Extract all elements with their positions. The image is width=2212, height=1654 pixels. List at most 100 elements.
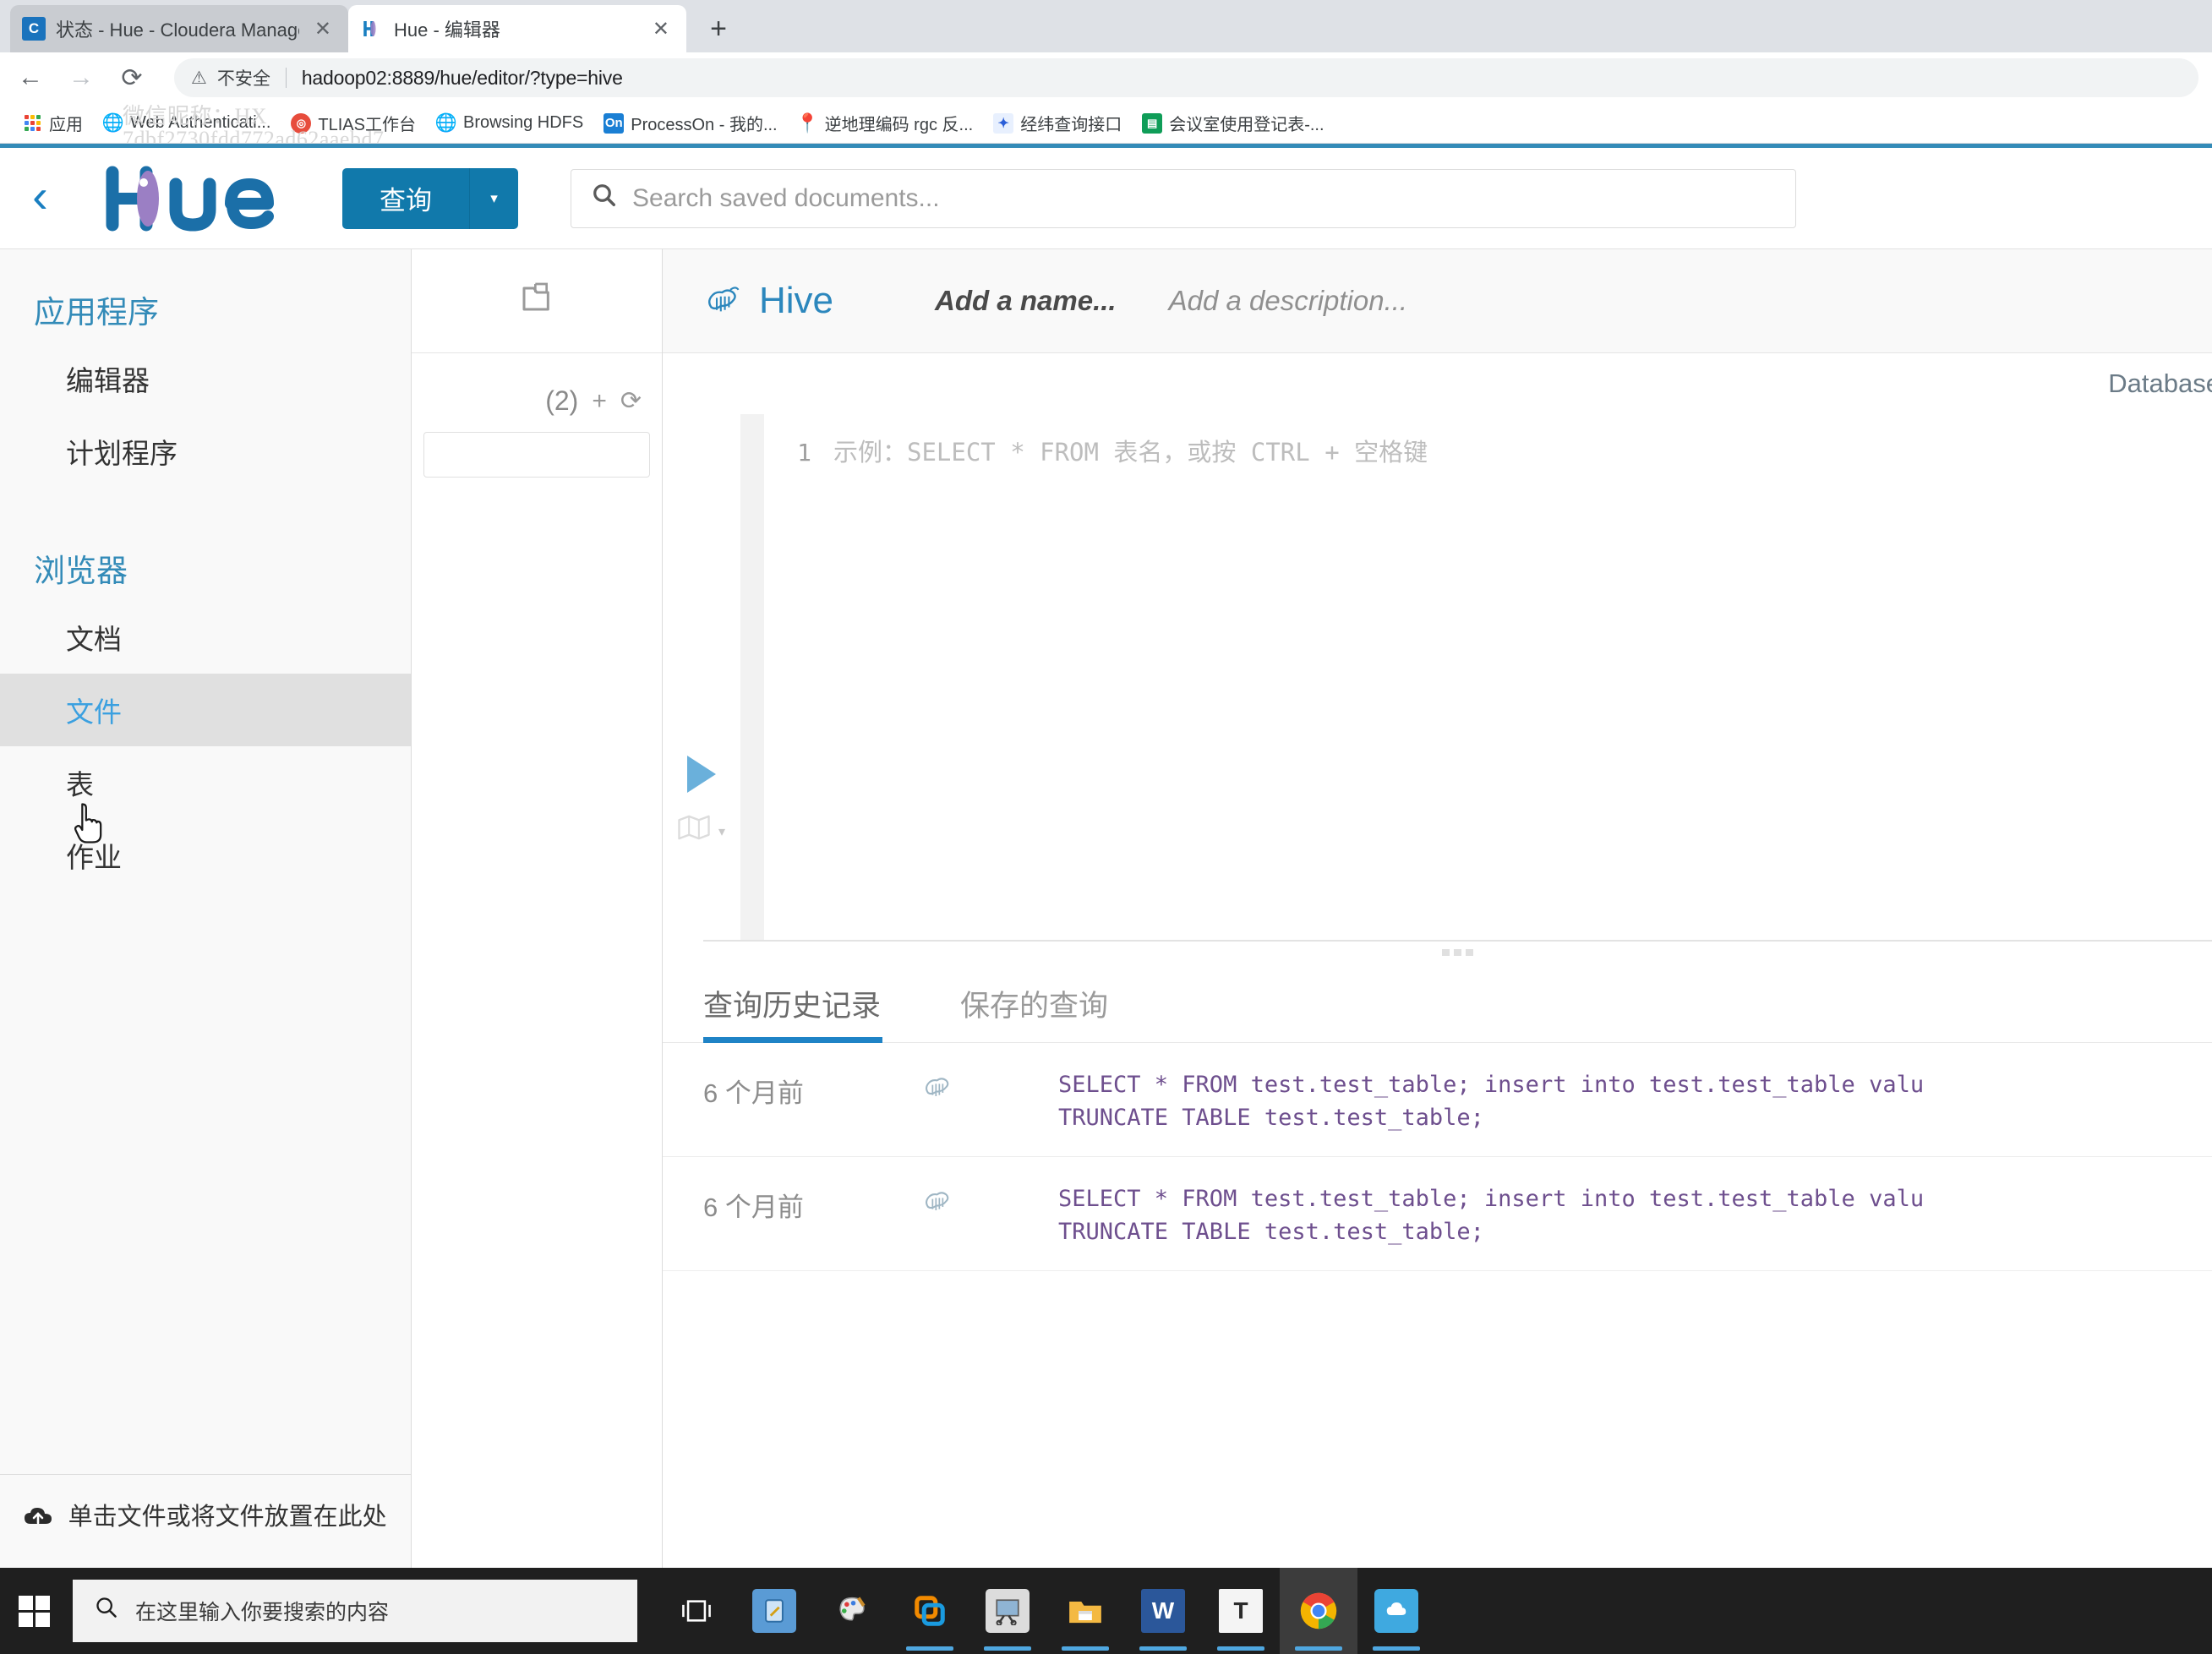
hive-bee-icon: [921, 1068, 1058, 1109]
taskbar-snipping-tool-icon[interactable]: [969, 1568, 1046, 1654]
new-tab-button[interactable]: +: [698, 8, 739, 49]
hue-logo[interactable]: [80, 166, 309, 232]
sidebar-scroll: 应用程序 编辑器 计划程序 浏览器 文档 文件 表 作业: [0, 249, 411, 1474]
globe-icon: 🌐: [434, 112, 458, 133]
sidebar-item-jobs[interactable]: 作业: [0, 819, 411, 892]
explain-map-control[interactable]: ▾: [678, 815, 725, 848]
warning-triangle-icon: ⚠: [191, 68, 207, 88]
taskbar-paint-icon[interactable]: [813, 1568, 891, 1654]
chevron-down-icon: ▾: [718, 824, 726, 839]
search-placeholder: Search saved documents...: [632, 183, 940, 212]
history-sql-line1: SELECT * FROM test.test_table; insert in…: [1058, 1071, 1925, 1098]
query-description-input[interactable]: Add a description...: [1169, 285, 1408, 317]
browser-tab-1[interactable]: Hue - 编辑器 ✕: [348, 5, 686, 52]
start-button[interactable]: [0, 1568, 68, 1654]
collapse-sidebar-icon[interactable]: ‹: [0, 168, 80, 228]
database-selector-row: Database: [663, 353, 2212, 414]
address-bar[interactable]: ⚠ 不安全 hadoop02:8889/hue/editor/?type=hiv…: [174, 58, 2198, 97]
taskbar-search-input[interactable]: 在这里输入你要搜索的内容: [73, 1580, 637, 1642]
close-icon[interactable]: ✕: [647, 17, 675, 41]
play-icon[interactable]: [687, 756, 716, 793]
query-button[interactable]: 查询: [342, 167, 469, 229]
saved-documents-search[interactable]: Search saved documents...: [571, 168, 1796, 228]
engine-badge[interactable]: Hive: [703, 280, 833, 323]
taskbar-remote-tool-icon[interactable]: [735, 1568, 813, 1654]
tab-query-history[interactable]: 查询历史记录: [703, 969, 909, 1043]
taskbar-word-icon[interactable]: W: [1124, 1568, 1202, 1654]
sidebar-item-files[interactable]: 文件: [0, 674, 411, 746]
history-sql-line1: SELECT * FROM test.test_table; insert in…: [1058, 1185, 1925, 1212]
sidebar-item-editor[interactable]: 编辑器: [0, 342, 411, 415]
refresh-icon[interactable]: ⟳: [620, 386, 642, 416]
bookmark-apps[interactable]: 应用: [14, 107, 91, 139]
bookmark-tlias[interactable]: ◎ TLIAS工作台: [282, 107, 424, 139]
sidebar-item-scheduler[interactable]: 计划程序: [0, 415, 411, 488]
upload-label: 单击文件或将文件放置在此处: [68, 1503, 387, 1531]
bookmark-label: ProcessOn - 我的...: [631, 116, 778, 134]
editor-column: Hive Add a name... Add a description... …: [663, 249, 2212, 1568]
editor-gutter-strip: [740, 414, 764, 940]
bookmark-label: 逆地理编码 rgc 反...: [824, 116, 974, 134]
history-time: 6 个月前: [703, 1192, 804, 1222]
security-status-label: 不安全: [216, 69, 270, 89]
bookmark-meeting-room[interactable]: ▤ 会议室使用登记表-...: [1133, 107, 1332, 139]
add-icon[interactable]: +: [592, 387, 607, 416]
taskbar-task-view-icon[interactable]: [658, 1568, 735, 1654]
bookmark-rgc[interactable]: 📍 逆地理编码 rgc 反...: [789, 107, 982, 139]
taskbar-cloud-app-icon[interactable]: [1357, 1568, 1435, 1654]
bookmark-processon[interactable]: On ProcessOn - 我的...: [595, 107, 785, 139]
sql-editor-area: ▾ 1 示例：SELECT * FROM 表名，或按 CTRL + 空格键: [663, 414, 2212, 940]
taskbar-typora-icon[interactable]: T: [1202, 1568, 1280, 1654]
hue-application: ‹ 查询 ▾ Search saved documents... 应用程序 编辑…: [0, 144, 2212, 1568]
browser-tab-title: Hue - 编辑器: [394, 19, 500, 41]
taskbar-chrome-icon[interactable]: [1280, 1568, 1357, 1654]
history-list: 6 个月前 SELECT * FROM test.test_table; ins…: [663, 1043, 2212, 1569]
hue-favicon-icon: [360, 17, 384, 41]
taskbar-vmware-icon[interactable]: [891, 1568, 969, 1654]
bookmark-web-auth[interactable]: 🌐 Web Authenticati...: [95, 110, 279, 137]
table-row[interactable]: 6 个月前 SELECT * FROM test.test_table; ins…: [663, 1043, 2212, 1157]
documents-icon[interactable]: [518, 280, 555, 322]
assist-toolbar: [412, 249, 662, 353]
running-indicator: [1373, 1646, 1420, 1651]
running-indicator: [1139, 1646, 1187, 1651]
running-indicator: [984, 1646, 1031, 1651]
assist-search-input[interactable]: [423, 432, 650, 478]
target-icon: ◎: [291, 112, 312, 134]
bookmark-label: Browsing HDFS: [462, 113, 584, 132]
database-label[interactable]: Database: [2108, 368, 2212, 399]
search-icon: [95, 1596, 118, 1626]
bookmark-label: 经纬查询接口: [1020, 116, 1122, 134]
browser-tab-strip: C 状态 - Hue - Cloudera Manage ✕ Hue - 编辑器…: [0, 0, 2212, 52]
bookmark-latlng-api[interactable]: ✦ 经纬查询接口: [985, 107, 1130, 139]
back-icon[interactable]: ←: [14, 61, 47, 95]
drag-handle[interactable]: [703, 942, 2212, 963]
line-number: 1: [797, 439, 811, 467]
reload-icon[interactable]: ⟳: [115, 61, 149, 95]
table-row[interactable]: 6 个月前 SELECT * FROM test.test_table; ins…: [663, 1157, 2212, 1272]
code-placeholder: 示例：SELECT * FROM 表名，或按 CTRL + 空格键: [833, 438, 1428, 467]
query-name-input[interactable]: Add a name...: [935, 285, 1117, 317]
code-editor[interactable]: 1 示例：SELECT * FROM 表名，或按 CTRL + 空格键: [764, 414, 2212, 940]
history-sql-line2: TRUNCATE TABLE test.test_table;: [1058, 1218, 1484, 1245]
bookmark-browsing-hdfs[interactable]: 🌐 Browsing HDFS: [428, 110, 592, 137]
chevron-down-icon[interactable]: ▾: [469, 167, 518, 229]
file-upload-dropzone[interactable]: 单击文件或将文件放置在此处: [0, 1473, 411, 1569]
close-icon[interactable]: ✕: [309, 17, 336, 41]
history-sql-line2: TRUNCATE TABLE test.test_table;: [1058, 1104, 1484, 1131]
sidebar: 应用程序 编辑器 计划程序 浏览器 文档 文件 表 作业 单击文件或将文件放置在…: [0, 249, 412, 1568]
cloud-upload-icon: [24, 1503, 59, 1531]
map-pin-icon: 📍: [795, 112, 820, 134]
taskbar-file-explorer-icon[interactable]: [1046, 1568, 1124, 1654]
sidebar-section-applications: 应用程序: [34, 295, 159, 330]
history-time: 6 个月前: [703, 1078, 804, 1108]
search-icon: [592, 183, 617, 215]
assist-controls: (2) + ⟳: [412, 353, 662, 425]
history-sql: SELECT * FROM test.test_table; insert in…: [1058, 1068, 2212, 1134]
sidebar-item-documents[interactable]: 文档: [0, 601, 411, 674]
forward-icon[interactable]: →: [64, 61, 98, 95]
browser-tab-0[interactable]: C 状态 - Hue - Cloudera Manage ✕: [10, 5, 348, 52]
tab-saved-queries[interactable]: 保存的查询: [960, 969, 1137, 1042]
map-icon: [678, 815, 710, 848]
sidebar-item-tables[interactable]: 表: [0, 746, 411, 819]
